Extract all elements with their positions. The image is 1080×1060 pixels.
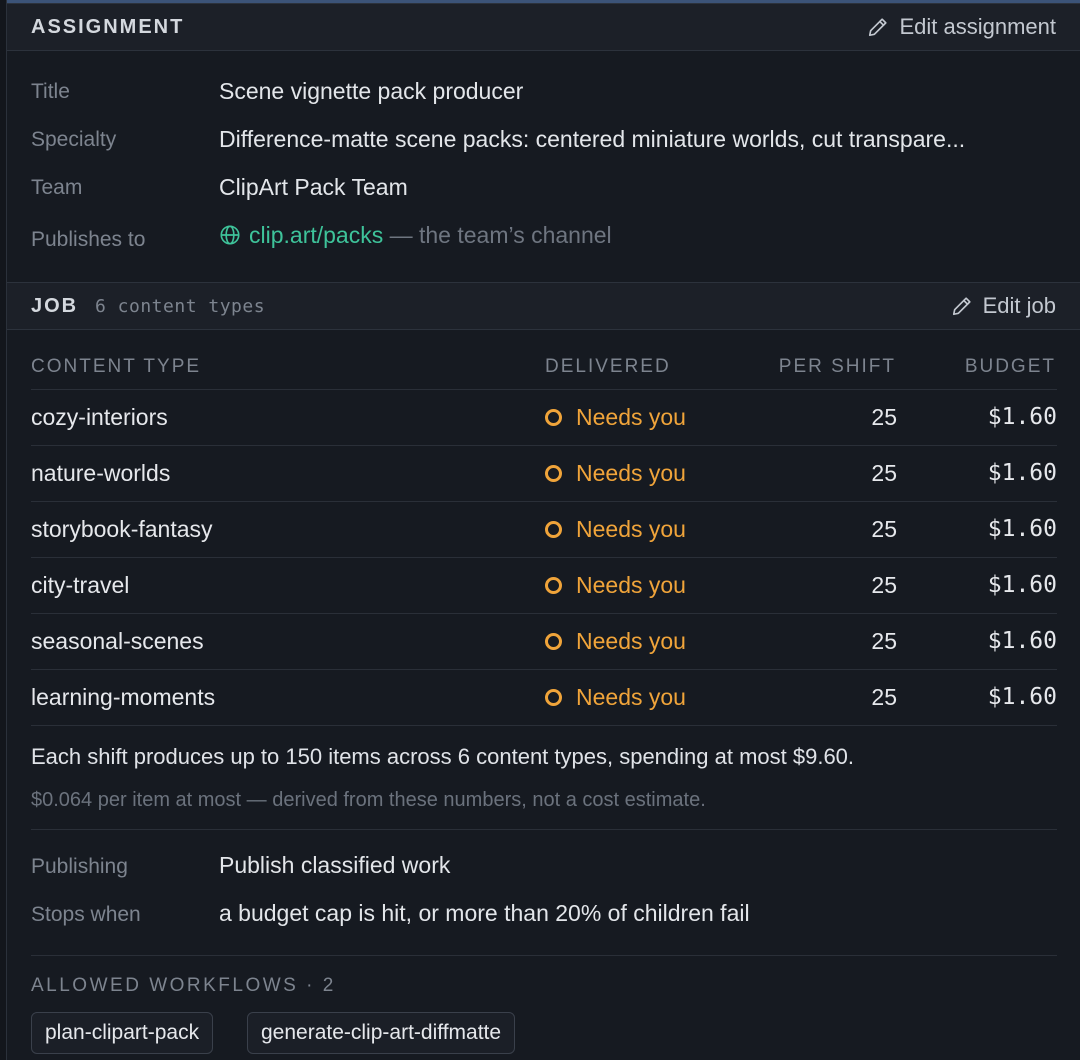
status-text: Needs you <box>576 572 686 598</box>
status-text: Needs you <box>576 684 686 710</box>
specialty-value: Difference-matte scene packs: centered m… <box>219 126 966 152</box>
content-type-name: city-travel <box>31 572 130 598</box>
publishing-value: Publish classified work <box>219 852 451 878</box>
status-text: Needs you <box>576 628 686 654</box>
workflow-chip[interactable]: generate-clip-art-diffmatte <box>247 1012 516 1054</box>
budget-value: $1.60 <box>987 684 1057 710</box>
publishing-label: Publishing <box>31 855 128 878</box>
budget-value: $1.60 <box>987 572 1057 598</box>
status-text: Needs you <box>576 404 686 430</box>
table-row: city-travel Needs you 25 $1.60 <box>31 557 1057 614</box>
ring-dot-icon <box>545 632 562 650</box>
assignment-panel: ASSIGNMENT Edit assignment Title Scene v… <box>6 0 1080 1060</box>
derived-note: $0.064 per item at most — derived from t… <box>31 789 706 811</box>
job-section-title: JOB <box>31 295 79 317</box>
column-header-per-shift: PER SHIFT <box>778 356 896 377</box>
publishes-to-label: Publishes to <box>31 228 146 251</box>
status-badge: Needs you <box>545 502 686 556</box>
column-header-budget: BUDGET <box>964 356 1056 377</box>
edit-job-button[interactable]: Edit job <box>951 283 1056 329</box>
allowed-workflows-header: ALLOWED WORKFLOWS · 2 <box>31 975 336 996</box>
column-header-content-type: CONTENT TYPE <box>31 356 202 377</box>
edit-assignment-label: Edit assignment <box>899 14 1056 39</box>
team-value: ClipArt Pack Team <box>219 174 408 200</box>
edit-assignment-button[interactable]: Edit assignment <box>867 4 1056 50</box>
status-text: Needs you <box>576 516 686 542</box>
ring-dot-icon <box>545 464 562 482</box>
specialty-label: Specialty <box>31 128 117 151</box>
status-badge: Needs you <box>545 670 686 724</box>
status-badge: Needs you <box>545 558 686 612</box>
budget-value: $1.60 <box>987 460 1057 486</box>
table-bottom-divider <box>31 725 1057 726</box>
stops-when-value: a budget cap is hit, or more than 20% of… <box>219 900 750 926</box>
per-shift-value: 25 <box>871 572 897 598</box>
content-type-name: learning-moments <box>31 684 216 710</box>
table-row: storybook-fantasy Needs you 25 $1.60 <box>31 501 1057 558</box>
per-shift-value: 25 <box>871 404 897 430</box>
per-shift-value: 25 <box>871 628 897 654</box>
job-content-count: 6 content types <box>95 296 266 317</box>
status-badge: Needs you <box>545 614 686 668</box>
pencil-icon <box>952 297 971 316</box>
team-label: Team <box>31 176 83 199</box>
ring-dot-icon <box>545 408 562 426</box>
budget-value: $1.60 <box>987 628 1057 654</box>
status-badge: Needs you <box>545 446 686 500</box>
table-row: cozy-interiors Needs you 25 $1.60 <box>31 389 1057 446</box>
summary-divider <box>31 829 1057 830</box>
content-type-name: seasonal-scenes <box>31 628 204 654</box>
edit-job-label: Edit job <box>982 293 1056 318</box>
table-row: seasonal-scenes Needs you 25 $1.60 <box>31 613 1057 670</box>
workflow-chip[interactable]: plan-clipart-pack <box>31 1012 214 1054</box>
title-label: Title <box>31 80 70 103</box>
stops-when-label: Stops when <box>31 903 141 926</box>
globe-icon <box>220 225 240 245</box>
status-badge: Needs you <box>545 390 686 444</box>
column-header-delivered: DELIVERED <box>545 356 671 377</box>
workflows-divider <box>31 955 1057 956</box>
assignment-section-header: ASSIGNMENT Edit assignment <box>7 3 1080 51</box>
ring-dot-icon <box>545 688 562 706</box>
title-value: Scene vignette pack producer <box>219 78 524 104</box>
table-row: nature-worlds Needs you 25 $1.60 <box>31 445 1057 502</box>
content-type-name: nature-worlds <box>31 460 171 486</box>
per-shift-value: 25 <box>871 460 897 486</box>
budget-value: $1.60 <box>987 404 1057 430</box>
content-type-name: cozy-interiors <box>31 404 168 430</box>
pencil-icon <box>869 18 888 37</box>
channel-note: — the team’s channel <box>389 222 612 248</box>
per-shift-value: 25 <box>871 684 897 710</box>
status-text: Needs you <box>576 460 686 486</box>
ring-dot-icon <box>545 520 562 538</box>
budget-value: $1.60 <box>987 516 1057 542</box>
publishes-to-value: clip.art/packs — the team’s channel <box>219 222 612 249</box>
content-type-name: storybook-fantasy <box>31 516 213 542</box>
per-shift-value: 25 <box>871 516 897 542</box>
ring-dot-icon <box>545 576 562 594</box>
shift-summary: Each shift produces up to 150 items acro… <box>31 744 855 769</box>
channel-link[interactable]: clip.art/packs <box>249 222 383 248</box>
assignment-section-title: ASSIGNMENT <box>31 16 185 38</box>
job-section-header: JOB 6 content types Edit job <box>7 282 1080 330</box>
table-row: learning-moments Needs you 25 $1.60 <box>31 669 1057 726</box>
